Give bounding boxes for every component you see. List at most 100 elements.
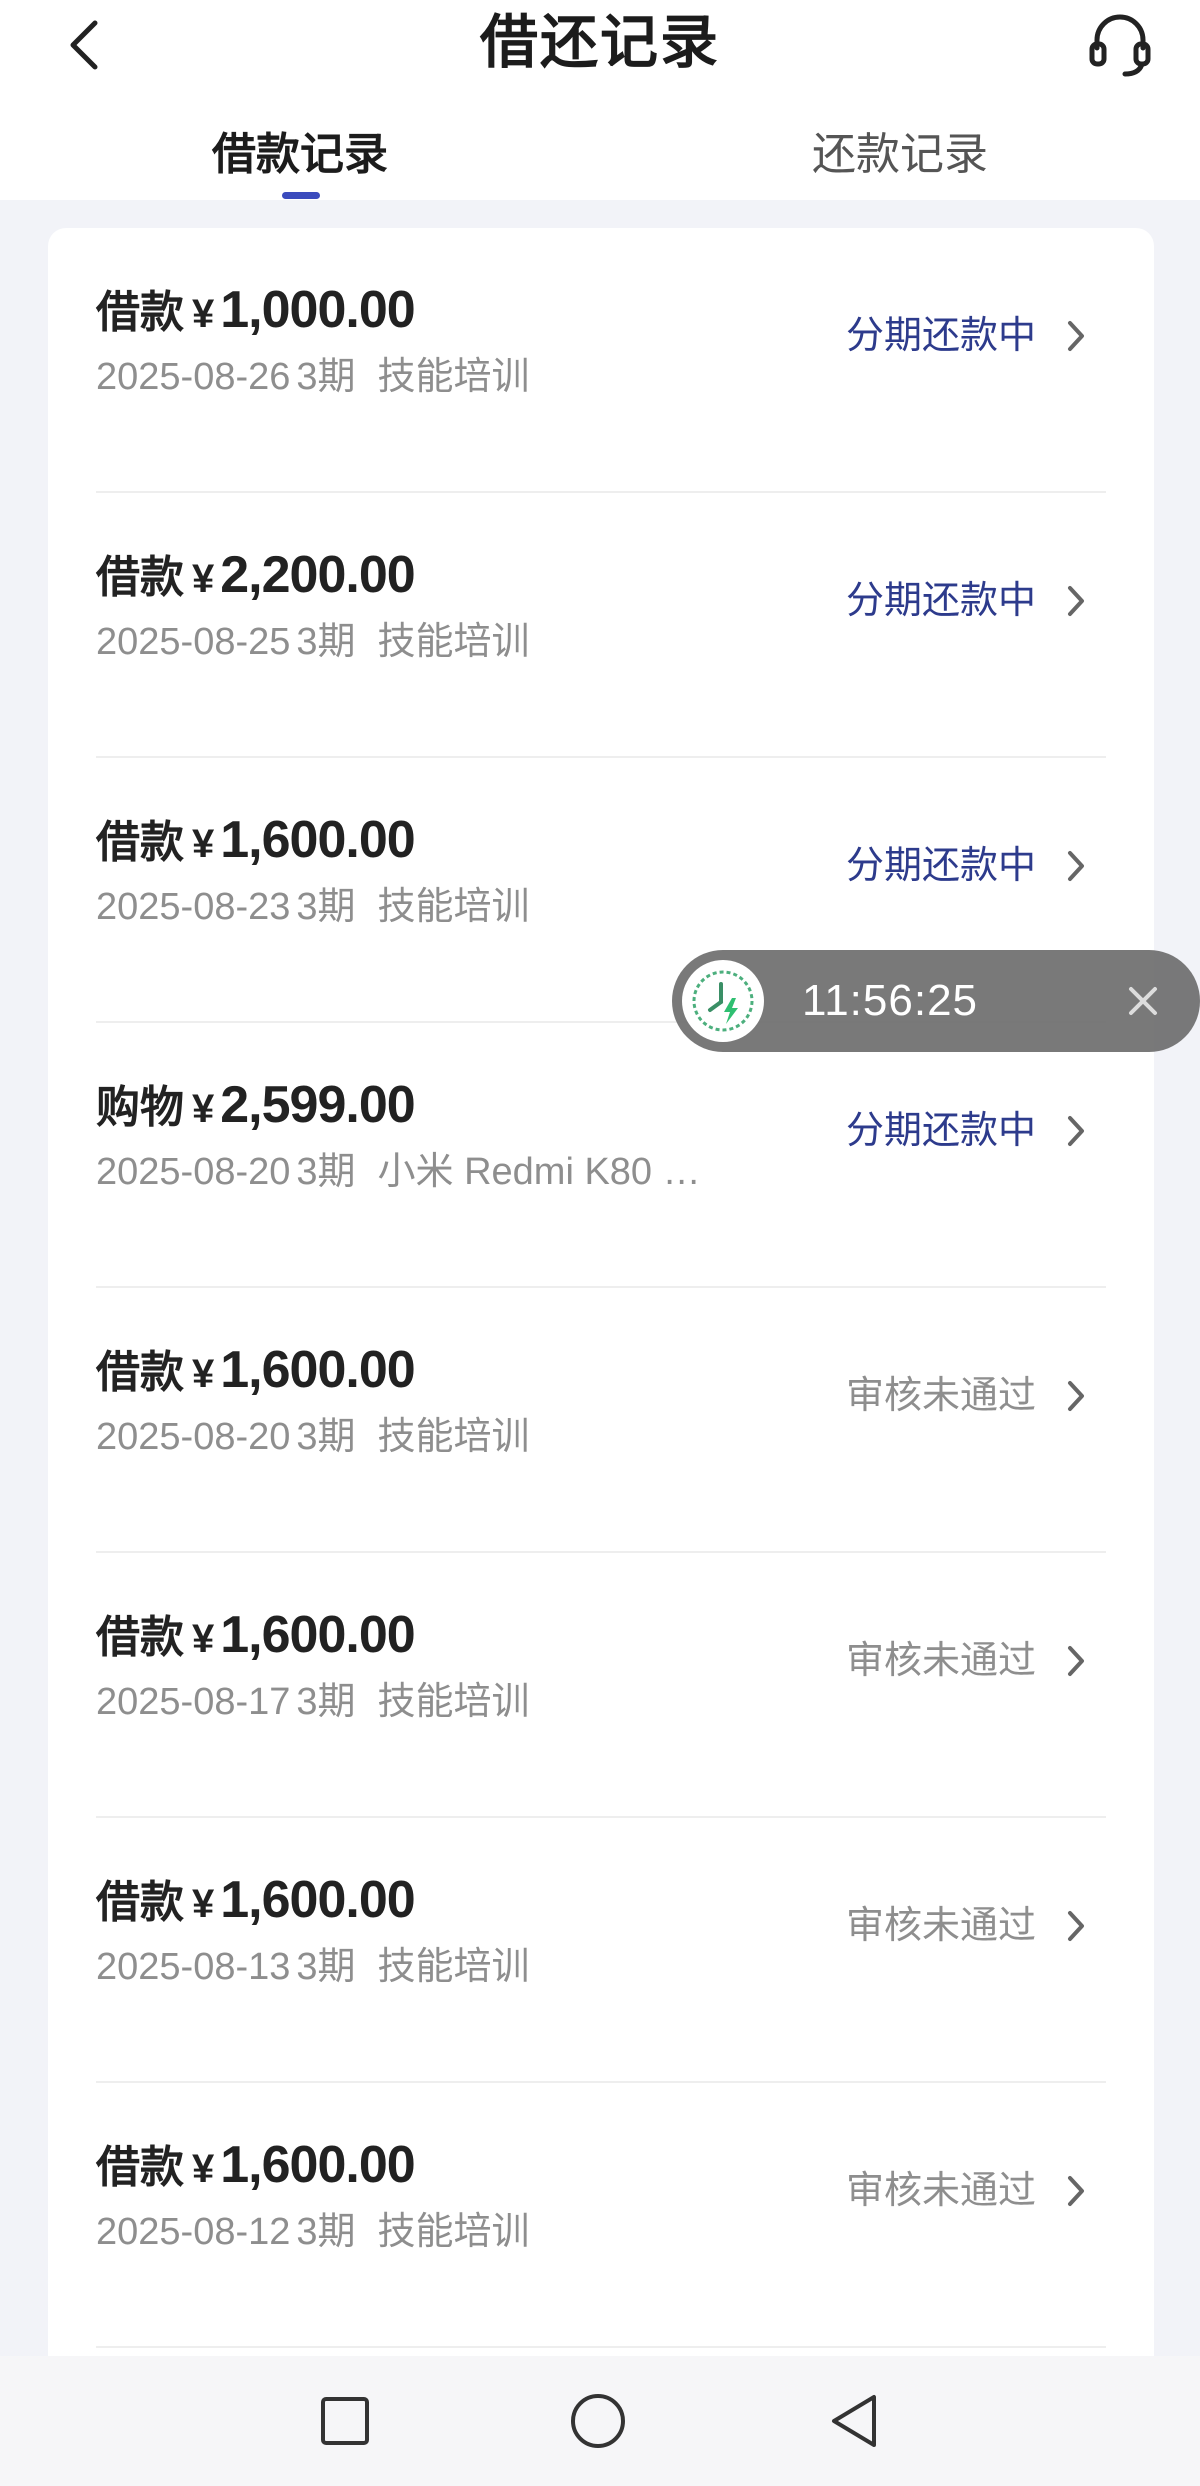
record-description: 技能培训 xyxy=(377,1416,530,1458)
customer-service-button[interactable] xyxy=(1080,5,1160,85)
system-back-button[interactable] xyxy=(814,2381,894,2461)
status-label: 分期还款中 xyxy=(845,315,1036,357)
currency-symbol: ¥ xyxy=(192,1352,215,1396)
timer-time: 11:56:25 xyxy=(802,976,979,1025)
record-amount: 2,200.00 xyxy=(220,546,415,604)
record-description: 技能培训 xyxy=(377,886,530,928)
record-term: 3期 xyxy=(296,886,356,928)
record-row[interactable]: 借款 ¥ 1,600.00 2025-08-12 3期 技能培训 审核未通过 xyxy=(96,2083,1106,2348)
record-description: 技能培训 xyxy=(377,1946,530,1988)
status-label: 分期还款中 xyxy=(845,580,1036,622)
record-row[interactable]: 借款 ¥ 1,000.00 2025-08-26 3期 技能培训 分期还款中 xyxy=(96,228,1106,493)
record-row[interactable]: 借款 ¥ 1,600.00 2025-08-20 3期 技能培训 审核未通过 xyxy=(96,1288,1106,1553)
floating-timer[interactable]: 11:56:25 xyxy=(672,950,1200,1052)
record-row[interactable]: 借款 ¥ 2,200.00 2025-08-25 3期 技能培训 分期还款中 xyxy=(96,493,1106,758)
page: 借还记录 借款记录 还款记录 借款 ¥ 1,000.00 2025-08-26 … xyxy=(0,0,1200,2486)
record-meta: 2025-08-17 3期 技能培训 xyxy=(96,1677,530,1727)
amount-line: 借款 ¥ 1,600.00 xyxy=(96,1866,416,1930)
record-type: 借款 xyxy=(96,288,184,337)
record-meta: 2025-08-13 3期 技能培训 xyxy=(96,1942,530,1992)
record-date: 2025-08-13 xyxy=(96,1946,291,1988)
record-type: 购物 xyxy=(96,1083,184,1132)
record-amount: 1,600.00 xyxy=(220,1606,415,1664)
header: 借还记录 借款记录 还款记录 xyxy=(0,0,1200,200)
record-row[interactable]: 借款 ¥ 1,600.00 2025-08-13 3期 技能培训 审核未通过 xyxy=(96,1818,1106,2083)
chevron-right-icon xyxy=(1056,844,1096,888)
record-date: 2025-08-12 xyxy=(96,2211,291,2253)
home-button[interactable] xyxy=(558,2381,638,2461)
record-meta: 2025-08-20 3期 小米 Redmi K80 至… xyxy=(96,1147,738,1197)
record-description: 小米 Redmi K80 至… xyxy=(377,1151,738,1193)
record-amount: 1,600.00 xyxy=(220,811,415,869)
triangle-back-icon xyxy=(832,2395,876,2447)
chevron-right-icon xyxy=(1056,1374,1096,1418)
record-type: 借款 xyxy=(96,1348,184,1397)
chevron-right-icon xyxy=(1056,2169,1096,2213)
currency-symbol: ¥ xyxy=(192,2147,215,2191)
chevron-right-icon xyxy=(1056,579,1096,623)
record-date: 2025-08-20 xyxy=(96,1151,291,1193)
record-type: 借款 xyxy=(96,1613,184,1662)
record-meta: 2025-08-25 3期 技能培训 xyxy=(96,617,530,667)
record-term: 3期 xyxy=(296,621,356,663)
record-term: 3期 xyxy=(296,2211,356,2253)
tab-repayment-records[interactable]: 还款记录 xyxy=(730,120,1070,190)
amount-line: 借款 ¥ 1,600.00 xyxy=(96,806,416,870)
record-date: 2025-08-25 xyxy=(96,621,291,663)
record-term: 3期 xyxy=(296,356,356,398)
record-amount: 1,600.00 xyxy=(220,2136,415,2194)
close-timer-button[interactable] xyxy=(1112,970,1174,1032)
record-meta: 2025-08-23 3期 技能培训 xyxy=(96,882,530,932)
record-date: 2025-08-23 xyxy=(96,886,291,928)
record-meta: 2025-08-12 3期 技能培训 xyxy=(96,2207,530,2257)
records-card: 借款 ¥ 1,000.00 2025-08-26 3期 技能培训 分期还款中 借… xyxy=(48,228,1154,2388)
square-icon xyxy=(321,2397,369,2445)
page-title: 借还记录 xyxy=(479,10,720,75)
status-label: 分期还款中 xyxy=(845,1110,1036,1152)
record-amount: 2,599.00 xyxy=(220,1076,415,1134)
record-date: 2025-08-20 xyxy=(96,1416,291,1458)
amount-line: 借款 ¥ 1,600.00 xyxy=(96,1336,416,1400)
status-label: 分期还款中 xyxy=(845,845,1036,887)
active-tab-indicator xyxy=(282,192,320,199)
record-description: 技能培训 xyxy=(377,356,530,398)
recents-button[interactable] xyxy=(305,2381,385,2461)
record-row[interactable]: 借款 ¥ 1,600.00 2025-08-17 3期 技能培训 审核未通过 xyxy=(96,1553,1106,1818)
amount-line: 借款 ¥ 1,000.00 xyxy=(96,276,416,340)
record-term: 3期 xyxy=(296,1681,356,1723)
record-type: 借款 xyxy=(96,553,184,602)
currency-symbol: ¥ xyxy=(192,292,215,336)
chevron-right-icon xyxy=(1056,1639,1096,1683)
record-type: 借款 xyxy=(96,818,184,867)
amount-line: 借款 ¥ 2,200.00 xyxy=(96,541,416,605)
record-amount: 1,600.00 xyxy=(220,1341,415,1399)
record-date: 2025-08-17 xyxy=(96,1681,291,1723)
currency-symbol: ¥ xyxy=(192,1617,215,1661)
record-term: 3期 xyxy=(296,1416,356,1458)
status-label: 审核未通过 xyxy=(845,1905,1036,1947)
currency-symbol: ¥ xyxy=(192,1882,215,1926)
clock-icon xyxy=(682,960,764,1042)
record-term: 3期 xyxy=(296,1151,356,1193)
currency-symbol: ¥ xyxy=(192,822,215,866)
status-label: 审核未通过 xyxy=(845,1375,1036,1417)
record-description: 技能培训 xyxy=(377,1681,530,1723)
system-navigation-bar xyxy=(0,2356,1200,2486)
currency-symbol: ¥ xyxy=(192,1087,215,1131)
chevron-right-icon xyxy=(1056,314,1096,358)
close-icon xyxy=(1129,987,1157,1015)
tab-loan-records[interactable]: 借款记录 xyxy=(130,120,470,190)
record-description: 技能培训 xyxy=(377,621,530,663)
record-type: 借款 xyxy=(96,2143,184,2192)
record-description: 技能培训 xyxy=(377,2211,530,2253)
record-meta: 2025-08-26 3期 技能培训 xyxy=(96,352,530,402)
divider xyxy=(96,2346,1106,2348)
amount-line: 购物 ¥ 2,599.00 xyxy=(96,1071,416,1135)
status-label: 审核未通过 xyxy=(845,1640,1036,1682)
record-amount: 1,600.00 xyxy=(220,1871,415,1929)
status-label: 审核未通过 xyxy=(845,2170,1036,2212)
record-meta: 2025-08-20 3期 技能培训 xyxy=(96,1412,530,1462)
record-row[interactable]: 购物 ¥ 2,599.00 2025-08-20 3期 小米 Redmi K80… xyxy=(96,1023,1106,1288)
chevron-right-icon xyxy=(1056,1109,1096,1153)
amount-line: 借款 ¥ 1,600.00 xyxy=(96,2131,416,2195)
